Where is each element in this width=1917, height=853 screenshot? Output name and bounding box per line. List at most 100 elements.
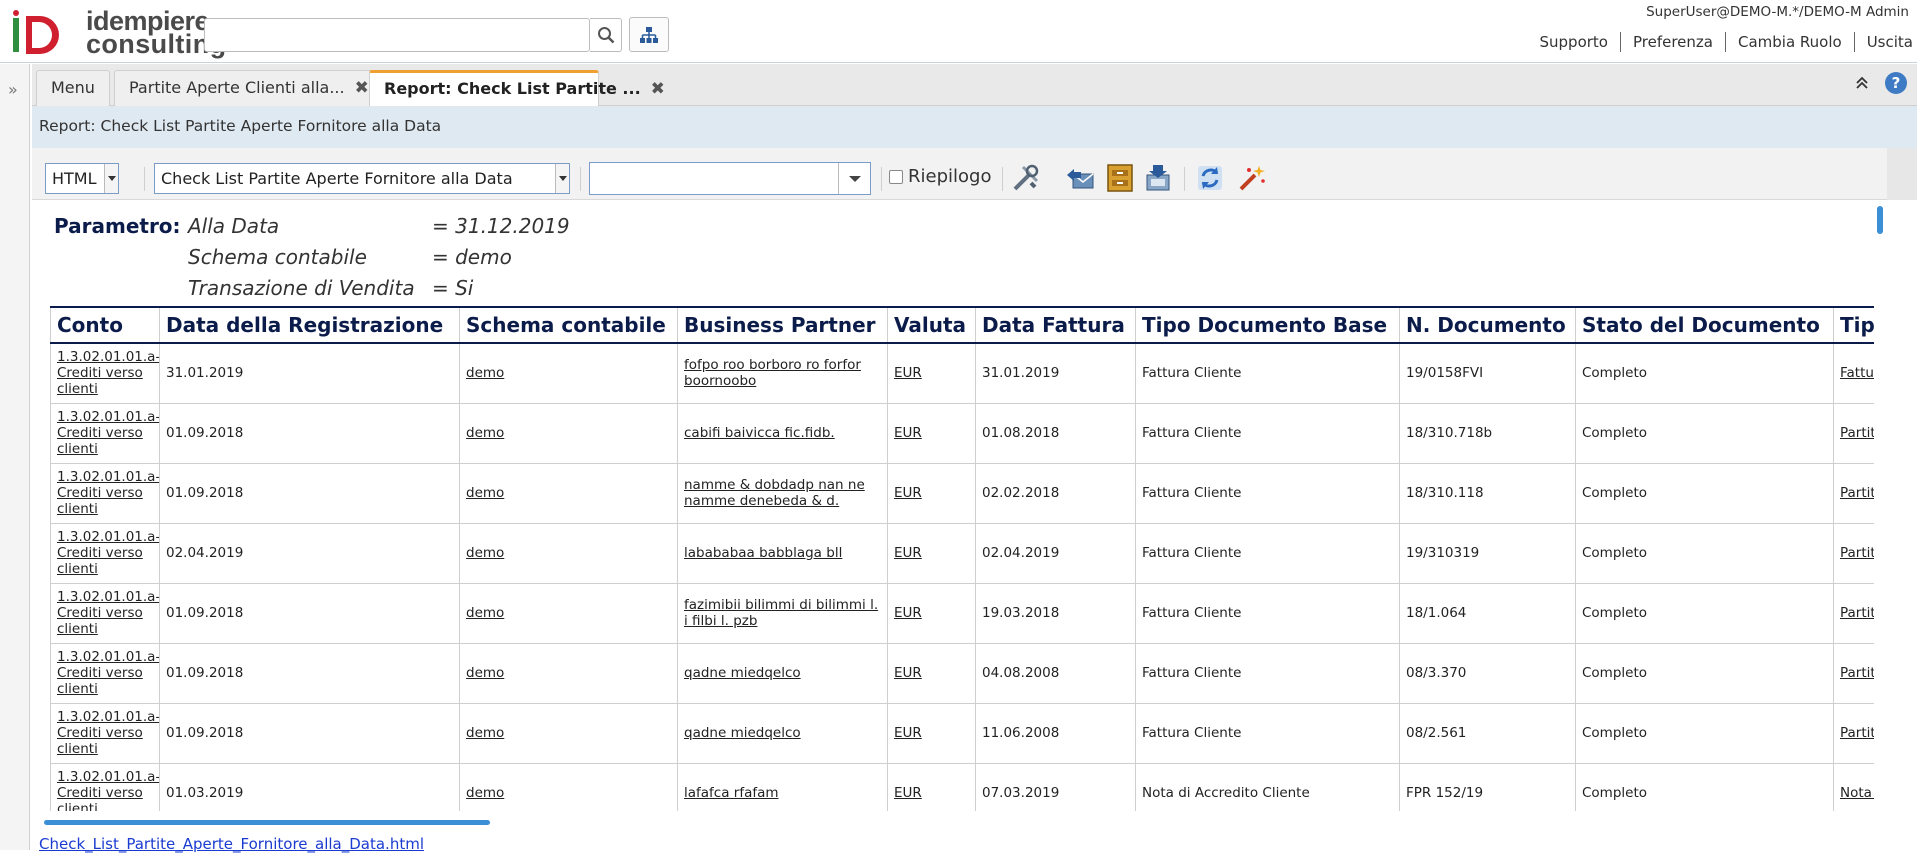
cell-link[interactable]: EUR <box>894 485 922 501</box>
cell-link[interactable]: fazimibii bilimmi di bilimmi l. i filbi … <box>684 597 878 629</box>
cell-link[interactable]: demo <box>466 365 504 381</box>
close-tab-icon[interactable]: ✖ <box>651 79 665 99</box>
cell-link[interactable]: EUR <box>894 785 922 801</box>
cell-link[interactable]: demo <box>466 725 504 741</box>
table-row: 1.3.02.01.01.a-Crediti verso clienti01.0… <box>51 463 1888 523</box>
preferences-link[interactable]: Preferenza <box>1620 32 1725 52</box>
table-cell: demo <box>460 403 678 463</box>
table-cell: fofpo roo borboro ro forfor boornoobo <box>678 343 888 403</box>
parameter-name: Alla Data <box>188 214 279 238</box>
table-cell: 1.3.02.01.01.a-Crediti verso clienti <box>51 523 160 583</box>
cell-link[interactable]: 1.3.02.01.01.a-Crediti verso clienti <box>57 769 160 811</box>
close-tab-icon[interactable]: ✖ <box>355 78 369 98</box>
report-file-link[interactable]: Check_List_Partite_Aperte_Fornitore_alla… <box>39 835 424 853</box>
cell-link[interactable]: cabifi baivicca fic.fidb. <box>684 425 835 441</box>
maximize-icon[interactable] <box>1855 76 1869 90</box>
chevron-down-icon[interactable] <box>838 163 870 194</box>
table-cell: Fattura Cliente <box>1136 583 1400 643</box>
cell-link[interactable]: EUR <box>894 425 922 441</box>
table-cell: 01.09.2018 <box>160 463 460 523</box>
cell-link[interactable]: demo <box>466 485 504 501</box>
table-cell: 31.01.2019 <box>160 343 460 403</box>
table-cell: EUR <box>888 763 976 811</box>
table-row: 1.3.02.01.01.a-Crediti verso clienti01.0… <box>51 703 1888 763</box>
table-cell: 1.3.02.01.01.a-Crediti verso clienti <box>51 343 160 403</box>
cell-link[interactable]: labababaa babblaga bll <box>684 545 842 561</box>
export-button[interactable] <box>1142 162 1174 194</box>
cell-link[interactable]: demo <box>466 605 504 621</box>
report-view-select[interactable]: Check List Partite Aperte Fornitore alla… <box>154 163 570 194</box>
global-search-field[interactable] <box>204 18 590 52</box>
cell-link[interactable]: qadne miedqelco <box>684 665 801 681</box>
table-cell: cabifi baivicca fic.fidb. <box>678 403 888 463</box>
cell-link[interactable]: 1.3.02.01.01.a-Crediti verso clienti <box>57 409 160 457</box>
search-button[interactable] <box>590 18 622 52</box>
table-cell: Completo <box>1576 583 1834 643</box>
table-cell: 31.01.2019 <box>976 343 1136 403</box>
table-cell: 11.06.2008 <box>976 703 1136 763</box>
table-cell: 04.08.2008 <box>976 643 1136 703</box>
scrollbar-thumb[interactable] <box>44 820 490 825</box>
tab-partite-aperte-clienti[interactable]: Partite Aperte Clienti alla...✖ <box>114 70 384 106</box>
cell-link[interactable]: EUR <box>894 545 922 561</box>
support-link[interactable]: Supporto <box>1528 32 1620 52</box>
cell-link[interactable]: demo <box>466 665 504 681</box>
cell-link[interactable]: demo <box>466 785 504 801</box>
table-cell: Fattura Cliente <box>1136 343 1400 403</box>
table-cell: 1.3.02.01.01.a-Crediti verso clienti <box>51 763 160 811</box>
print-format-combobox[interactable] <box>589 162 871 195</box>
cell-link[interactable]: 1.3.02.01.01.a-Crediti verso clienti <box>57 529 160 577</box>
tab-menu[interactable]: Menu <box>36 70 110 106</box>
table-row: 1.3.02.01.01.a-Crediti verso clienti31.0… <box>51 343 1888 403</box>
summary-checkbox[interactable]: Riepilogo <box>889 166 991 187</box>
expand-panel-icon[interactable]: » <box>8 80 18 99</box>
help-icon[interactable]: ? <box>1885 72 1907 94</box>
cell-link[interactable]: 1.3.02.01.01.a-Crediti verso clienti <box>57 469 160 517</box>
toolbar-separator <box>1184 167 1185 191</box>
cell-link[interactable]: demo <box>466 425 504 441</box>
cell-link[interactable]: 1.3.02.01.01.a-Crediti verso clienti <box>57 589 160 637</box>
run-process-button[interactable] <box>1236 162 1268 194</box>
column-header: Data Fattura <box>976 307 1136 343</box>
logout-link[interactable]: Uscita <box>1854 32 1917 52</box>
table-row: 1.3.02.01.01.a-Crediti verso clienti01.0… <box>51 643 1888 703</box>
table-cell: Fattura Cliente <box>1136 403 1400 463</box>
table-cell: 02.04.2019 <box>976 523 1136 583</box>
cell-link[interactable]: demo <box>466 545 504 561</box>
vertical-scrollbar[interactable] <box>1874 200 1887 825</box>
table-cell: EUR <box>888 643 976 703</box>
menu-tree-button[interactable] <box>629 17 669 52</box>
output-format-select[interactable]: HTML <box>45 163 119 194</box>
checkbox-box[interactable] <box>889 170 903 184</box>
collapsed-side-panel: » <box>0 64 30 850</box>
table-row: 1.3.02.01.01.a-Crediti verso clienti01.0… <box>51 583 1888 643</box>
cell-link[interactable]: 1.3.02.01.01.a-Crediti verso clienti <box>57 349 160 397</box>
cell-link[interactable]: 1.3.02.01.01.a-Crediti verso clienti <box>57 649 160 697</box>
tab-report-check-list[interactable]: Report: Check List Partite ...✖ <box>369 70 599 107</box>
archive-button[interactable] <box>1104 162 1136 194</box>
cell-link[interactable]: EUR <box>894 365 922 381</box>
table-body: 1.3.02.01.01.a-Crediti verso clienti31.0… <box>51 343 1888 811</box>
send-email-button[interactable] <box>1064 162 1096 194</box>
cell-link[interactable]: EUR <box>894 665 922 681</box>
chevron-down-icon <box>555 164 569 193</box>
change-role-link[interactable]: Cambia Ruolo <box>1725 32 1854 52</box>
refresh-button[interactable] <box>1194 162 1226 194</box>
company-logo[interactable]: idempiere consulting <box>12 8 202 60</box>
app-header: idempiere consulting SuperUser@DEMO-M.*/… <box>0 0 1917 63</box>
cell-link[interactable]: EUR <box>894 605 922 621</box>
cell-link[interactable]: EUR <box>894 725 922 741</box>
table-cell: 19.03.2018 <box>976 583 1136 643</box>
chevron-down-icon <box>104 164 118 193</box>
customize-report-button[interactable] <box>1010 162 1042 194</box>
cell-link[interactable]: namme & dobdadp nan ne namme denebeda & … <box>684 477 865 509</box>
scrollbar-thumb[interactable] <box>1877 206 1883 234</box>
cell-link[interactable]: 1.3.02.01.01.a-Crediti verso clienti <box>57 709 160 757</box>
horizontal-scrollbar[interactable] <box>32 817 1887 827</box>
cell-link[interactable]: qadne miedqelco <box>684 725 801 741</box>
cell-link[interactable]: fofpo roo borboro ro forfor boornoobo <box>684 357 861 389</box>
cell-link[interactable]: lafafca rfafam <box>684 785 779 801</box>
table-cell: Fattura Cliente <box>1136 463 1400 523</box>
global-search-input[interactable] <box>205 19 589 51</box>
report-table-container[interactable]: Conto Data della Registrazione Schema co… <box>50 306 1887 811</box>
